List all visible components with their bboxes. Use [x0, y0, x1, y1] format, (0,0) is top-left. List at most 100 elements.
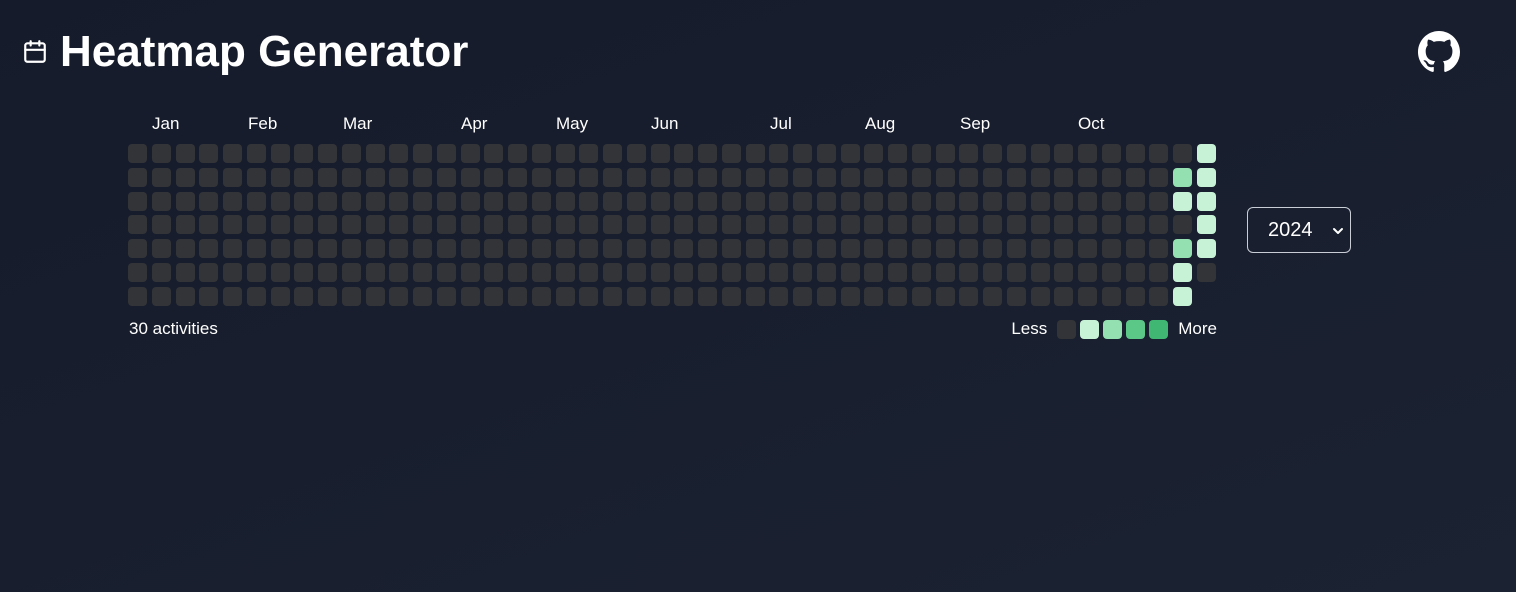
heatmap-cell[interactable]	[816, 286, 836, 306]
heatmap-cell[interactable]	[911, 215, 931, 235]
heatmap-cell[interactable]	[935, 239, 955, 259]
heatmap-cell[interactable]	[128, 215, 147, 235]
heatmap-cell[interactable]	[1054, 215, 1074, 235]
heatmap-cell[interactable]	[531, 286, 551, 306]
heatmap-cell[interactable]	[650, 144, 670, 163]
heatmap-cell[interactable]	[246, 263, 266, 282]
heatmap-cell[interactable]	[508, 215, 527, 235]
heatmap-cell[interactable]	[745, 263, 765, 282]
heatmap-cell[interactable]	[1006, 215, 1026, 235]
heatmap-cell[interactable]	[151, 239, 171, 259]
heatmap-cell[interactable]	[389, 191, 409, 211]
heatmap-cell[interactable]	[1054, 263, 1074, 282]
heatmap-cell[interactable]	[579, 215, 599, 235]
heatmap-cell[interactable]	[436, 144, 456, 163]
heatmap-cell[interactable]	[650, 263, 670, 282]
heatmap-cell[interactable]	[888, 286, 907, 306]
heatmap-cell[interactable]	[793, 144, 812, 163]
heatmap-cell[interactable]	[460, 286, 480, 306]
heatmap-cell[interactable]	[508, 263, 527, 282]
heatmap-cell[interactable]	[294, 215, 314, 235]
heatmap-cell[interactable]	[318, 286, 337, 306]
heatmap-cell[interactable]	[911, 167, 931, 187]
heatmap-cell[interactable]	[1006, 167, 1026, 187]
heatmap-cell[interactable]	[1196, 191, 1216, 211]
heatmap-cell[interactable]	[603, 144, 622, 163]
heatmap-cell[interactable]	[935, 191, 955, 211]
heatmap-cell[interactable]	[983, 167, 1002, 187]
heatmap-cell[interactable]	[1054, 191, 1074, 211]
heatmap-cell[interactable]	[508, 239, 527, 259]
heatmap-cell[interactable]	[318, 144, 337, 163]
heatmap-cell[interactable]	[579, 239, 599, 259]
heatmap-cell[interactable]	[698, 144, 717, 163]
heatmap-cell[interactable]	[603, 239, 622, 259]
heatmap-cell[interactable]	[1006, 286, 1026, 306]
heatmap-cell[interactable]	[1030, 286, 1050, 306]
heatmap-cell[interactable]	[246, 239, 266, 259]
heatmap-cell[interactable]	[484, 191, 504, 211]
heatmap-cell[interactable]	[531, 191, 551, 211]
heatmap-cell[interactable]	[460, 144, 480, 163]
heatmap-cell[interactable]	[128, 167, 147, 187]
heatmap-cell[interactable]	[959, 144, 979, 163]
heatmap-cell[interactable]	[270, 167, 290, 187]
heatmap-cell[interactable]	[175, 167, 195, 187]
heatmap-cell[interactable]	[341, 191, 361, 211]
heatmap-cell[interactable]	[840, 286, 860, 306]
heatmap-cell[interactable]	[460, 167, 480, 187]
heatmap-cell[interactable]	[1173, 215, 1192, 235]
heatmap-cell[interactable]	[1149, 167, 1169, 187]
heatmap-cell[interactable]	[1125, 286, 1145, 306]
heatmap-cell[interactable]	[1125, 167, 1145, 187]
heatmap-cell[interactable]	[626, 239, 646, 259]
heatmap-cell[interactable]	[935, 167, 955, 187]
heatmap-cell[interactable]	[531, 144, 551, 163]
heatmap-cell[interactable]	[460, 263, 480, 282]
heatmap-cell[interactable]	[436, 263, 456, 282]
heatmap-cell[interactable]	[413, 263, 432, 282]
heatmap-cell[interactable]	[223, 215, 242, 235]
heatmap-cell[interactable]	[1101, 167, 1121, 187]
heatmap-cell[interactable]	[531, 215, 551, 235]
heatmap-cell[interactable]	[246, 167, 266, 187]
heatmap-cell[interactable]	[983, 286, 1002, 306]
heatmap-cell[interactable]	[745, 286, 765, 306]
heatmap-cell[interactable]	[935, 215, 955, 235]
heatmap-cell[interactable]	[888, 215, 907, 235]
heatmap-cell[interactable]	[460, 239, 480, 259]
heatmap-cell[interactable]	[840, 215, 860, 235]
heatmap-cell[interactable]	[1196, 144, 1216, 163]
heatmap-cell[interactable]	[484, 263, 504, 282]
heatmap-cell[interactable]	[1101, 239, 1121, 259]
heatmap-cell[interactable]	[341, 263, 361, 282]
heatmap-cell[interactable]	[626, 167, 646, 187]
heatmap-cell[interactable]	[888, 191, 907, 211]
heatmap-cell[interactable]	[816, 239, 836, 259]
heatmap-cell[interactable]	[1173, 167, 1192, 187]
heatmap-cell[interactable]	[698, 263, 717, 282]
heatmap-cell[interactable]	[223, 239, 242, 259]
heatmap-cell[interactable]	[840, 239, 860, 259]
heatmap-cell[interactable]	[199, 191, 219, 211]
heatmap-cell[interactable]	[935, 263, 955, 282]
heatmap-cell[interactable]	[318, 167, 337, 187]
heatmap-cell[interactable]	[935, 286, 955, 306]
heatmap-cell[interactable]	[1054, 144, 1074, 163]
heatmap-cell[interactable]	[816, 167, 836, 187]
heatmap-cell[interactable]	[698, 215, 717, 235]
heatmap-cell[interactable]	[389, 215, 409, 235]
heatmap-cell[interactable]	[246, 286, 266, 306]
heatmap-cell[interactable]	[793, 286, 812, 306]
heatmap-cell[interactable]	[199, 286, 219, 306]
heatmap-cell[interactable]	[270, 191, 290, 211]
heatmap-cell[interactable]	[1078, 286, 1097, 306]
heatmap-cell[interactable]	[151, 144, 171, 163]
heatmap-cell[interactable]	[175, 215, 195, 235]
heatmap-cell[interactable]	[721, 239, 741, 259]
heatmap-cell[interactable]	[389, 263, 409, 282]
heatmap-cell[interactable]	[1125, 239, 1145, 259]
heatmap-cell[interactable]	[318, 191, 337, 211]
heatmap-cell[interactable]	[603, 167, 622, 187]
heatmap-cell[interactable]	[151, 167, 171, 187]
